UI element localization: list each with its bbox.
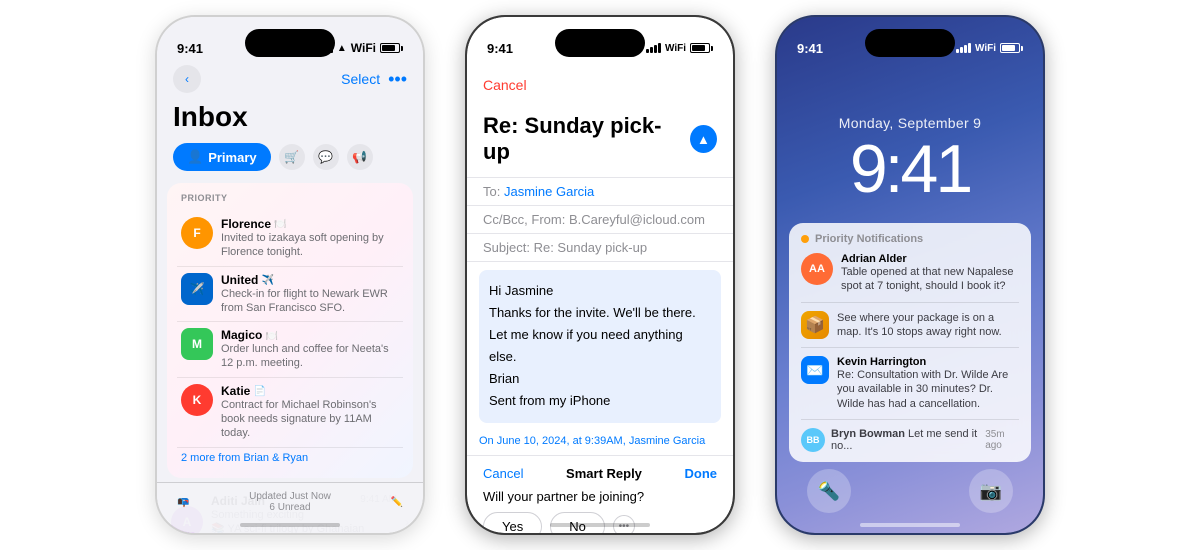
dynamic-island-2 <box>555 29 645 57</box>
compose-subject-field: Subject: Re: Sunday pick-up <box>467 234 733 262</box>
smart-reply-done[interactable]: Done <box>685 466 718 481</box>
status-time-2: 9:41 <box>487 41 513 56</box>
reply-yes[interactable]: Yes <box>483 512 542 533</box>
body-line2: Let me know if you need anything else. <box>489 324 711 368</box>
select-button[interactable]: Select <box>341 71 380 87</box>
mail-item-magico[interactable]: M Magico 🍽️ Order lunch and coffee for N… <box>177 322 403 378</box>
priority-dot-icon <box>801 235 809 243</box>
notif-title: Priority Notifications <box>815 233 923 245</box>
status-time-1: 9:41 <box>177 41 203 56</box>
body-greeting: Hi Jasmine <box>489 280 711 302</box>
avatar-katie: K <box>181 384 213 416</box>
status-icons-2: WiFi <box>646 43 713 54</box>
mailbox-icon: 📭 <box>177 497 189 508</box>
notif-item-kevin[interactable]: ✉️ Kevin Harrington Re: Consultation wit… <box>801 356 1019 420</box>
notification-card: Priority Notifications AA Adrian Alder T… <box>789 223 1031 462</box>
compose-subject-area: Re: Sunday pick-up ▲ <box>467 105 733 178</box>
inbox-title: Inbox <box>157 101 423 143</box>
phone-compose: 9:41 WiFi Cancel <box>465 15 735 535</box>
status-time-3: 9:41 <box>797 41 823 56</box>
send-button[interactable]: ▲ <box>690 125 717 153</box>
phone-lock: 9:41 WiFi Monday, September 9 9:41 <box>775 15 1045 535</box>
from-address: B.Careyful@icloud.com <box>569 212 705 227</box>
lock-time: 9:41 <box>777 135 1043 203</box>
flashlight-button[interactable]: 🔦 <box>807 469 851 513</box>
quoted-text: On June 10, 2024, at 9:39AM, Jasmine Gar… <box>467 431 733 455</box>
back-button[interactable]: ‹ <box>173 65 201 93</box>
notif-item-package[interactable]: 📦 See where your package is on a map. It… <box>801 311 1019 349</box>
tab-promo[interactable]: 📢 <box>347 144 373 170</box>
dynamic-island-3 <box>865 29 955 57</box>
compose-to-field: To: Jasmine Garcia <box>467 178 733 206</box>
compose-body[interactable]: Hi Jasmine Thanks for the invite. We'll … <box>479 270 721 423</box>
smart-reply-cancel[interactable]: Cancel <box>483 466 523 481</box>
camera-button[interactable]: 📷 <box>969 469 1013 513</box>
avatar-adrian: AA <box>801 253 833 285</box>
lock-bottom-controls: 🔦 📷 <box>777 469 1043 513</box>
category-tabs: 👤 Primary 🛒 💬 📢 <box>157 143 423 183</box>
tab-primary[interactable]: 👤 Primary <box>173 143 271 171</box>
home-indicator-3 <box>860 523 960 527</box>
home-indicator-1 <box>240 523 340 527</box>
smart-reply-area: Cancel Smart Reply Done Will your partne… <box>467 455 733 533</box>
compose-icon[interactable]: ✏️ <box>391 497 403 508</box>
phone-inbox: 9:41 ▲ WiFi ‹ Select <box>155 15 425 535</box>
avatar-united: ✈️ <box>181 273 213 305</box>
smart-reply-title: Smart Reply <box>566 466 642 481</box>
notif-item-bryn[interactable]: BB Bryn Bowman Let me send it no... 35m … <box>801 428 1019 452</box>
tab-shopping[interactable]: 🛒 <box>279 144 305 170</box>
compose-cc-field: Cc/Bcc, From: B.Careyful@icloud.com <box>467 206 733 234</box>
notif-item-adrian[interactable]: AA Adrian Alder Table opened at that new… <box>801 253 1019 303</box>
priority-label: PRIORITY <box>177 193 403 203</box>
mail-more-link[interactable]: 2 more from Brian & Ryan <box>177 448 403 468</box>
dynamic-island-1 <box>245 29 335 57</box>
package-icon: 📦 <box>801 311 829 339</box>
to-recipient[interactable]: Jasmine Garcia <box>504 184 594 199</box>
subject-value: Re: Sunday pick-up <box>534 240 647 255</box>
body-sign: Brian <box>489 368 711 390</box>
avatar-florence: F <box>181 217 213 249</box>
body-sent: Sent from my iPhone <box>489 390 711 412</box>
home-indicator-2 <box>550 523 650 527</box>
tab-chat[interactable]: 💬 <box>313 144 339 170</box>
unread-count: 6 Unread <box>249 502 331 513</box>
update-status: Updated Just Now <box>249 491 331 502</box>
mail-item-united[interactable]: ✈️ United ✈️ Check-in for flight to Newa… <box>177 267 403 323</box>
priority-card: PRIORITY F Florence 🍽️ Invited to izakay… <box>167 183 413 478</box>
avatar-bryn: BB <box>801 428 825 452</box>
smart-reply-q1: Will your partner be joining? <box>483 489 717 504</box>
avatar-magico: M <box>181 328 213 360</box>
lock-date: Monday, September 9 <box>777 65 1043 135</box>
more-button[interactable]: ••• <box>388 69 407 90</box>
body-line1: Thanks for the invite. We'll be there. <box>489 302 711 324</box>
compose-header: Cancel <box>467 65 733 105</box>
mail-item-florence[interactable]: F Florence 🍽️ Invited to izakaya soft op… <box>177 211 403 267</box>
compose-cancel-button[interactable]: Cancel <box>483 77 527 93</box>
mail-icon: ✉️ <box>801 356 829 384</box>
compose-subject: Re: Sunday pick-up <box>483 113 682 165</box>
person-icon: 👤 <box>187 149 203 165</box>
status-icons-3: WiFi <box>956 43 1023 54</box>
mail-item-katie[interactable]: K Katie 📄 Contract for Michael Robinson'… <box>177 378 403 448</box>
